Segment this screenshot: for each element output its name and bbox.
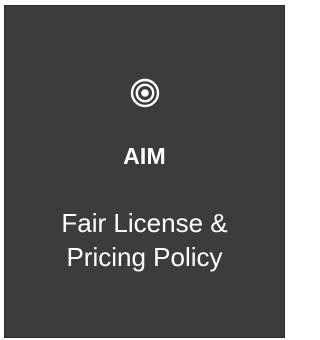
card-description-line-2: Pricing Policy <box>66 242 223 272</box>
target-icon <box>130 78 159 108</box>
card-description-line-1: Fair License & <box>61 208 228 238</box>
aim-card: AIM Fair License & Pricing Policy <box>4 5 285 338</box>
card-heading: AIM <box>123 143 166 169</box>
card-description: Fair License & Pricing Policy <box>5 206 284 274</box>
